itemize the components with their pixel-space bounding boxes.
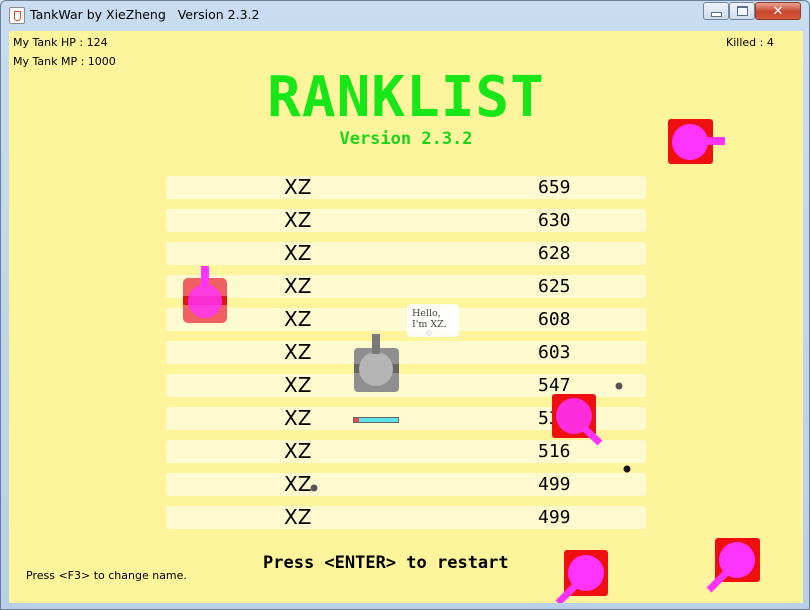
enemy-tank (552, 394, 603, 446)
game-canvas[interactable]: My Tank HP : 124 My Tank MP : 1000 Kille… (9, 31, 803, 603)
player-health-bar (353, 417, 399, 423)
maximize-button[interactable] (729, 2, 755, 20)
speech-bubble: Hello, I'm XZ. (407, 304, 459, 337)
minimize-button[interactable] (703, 2, 729, 20)
maximize-icon (736, 6, 748, 16)
minimize-icon (710, 11, 722, 17)
close-icon: ✕ (772, 3, 784, 19)
enemy-tank (555, 550, 608, 603)
enemy-tank (706, 538, 760, 593)
java-icon (9, 7, 25, 24)
bullet (310, 484, 318, 492)
window-title: TankWar by XieZheng Version 2.3.2 (30, 7, 260, 22)
player-tank (354, 334, 399, 392)
bullet (615, 382, 623, 390)
bullet (623, 465, 631, 473)
title-bar[interactable]: TankWar by XieZheng Version 2.3.2 ✕ (1, 1, 809, 29)
close-button[interactable]: ✕ (755, 2, 801, 20)
enemy-tank (668, 119, 725, 164)
enemy-tank (183, 266, 227, 323)
battlefield-sprites (183, 119, 760, 603)
app-window: TankWar by XieZheng Version 2.3.2 ✕ My T… (0, 0, 810, 610)
